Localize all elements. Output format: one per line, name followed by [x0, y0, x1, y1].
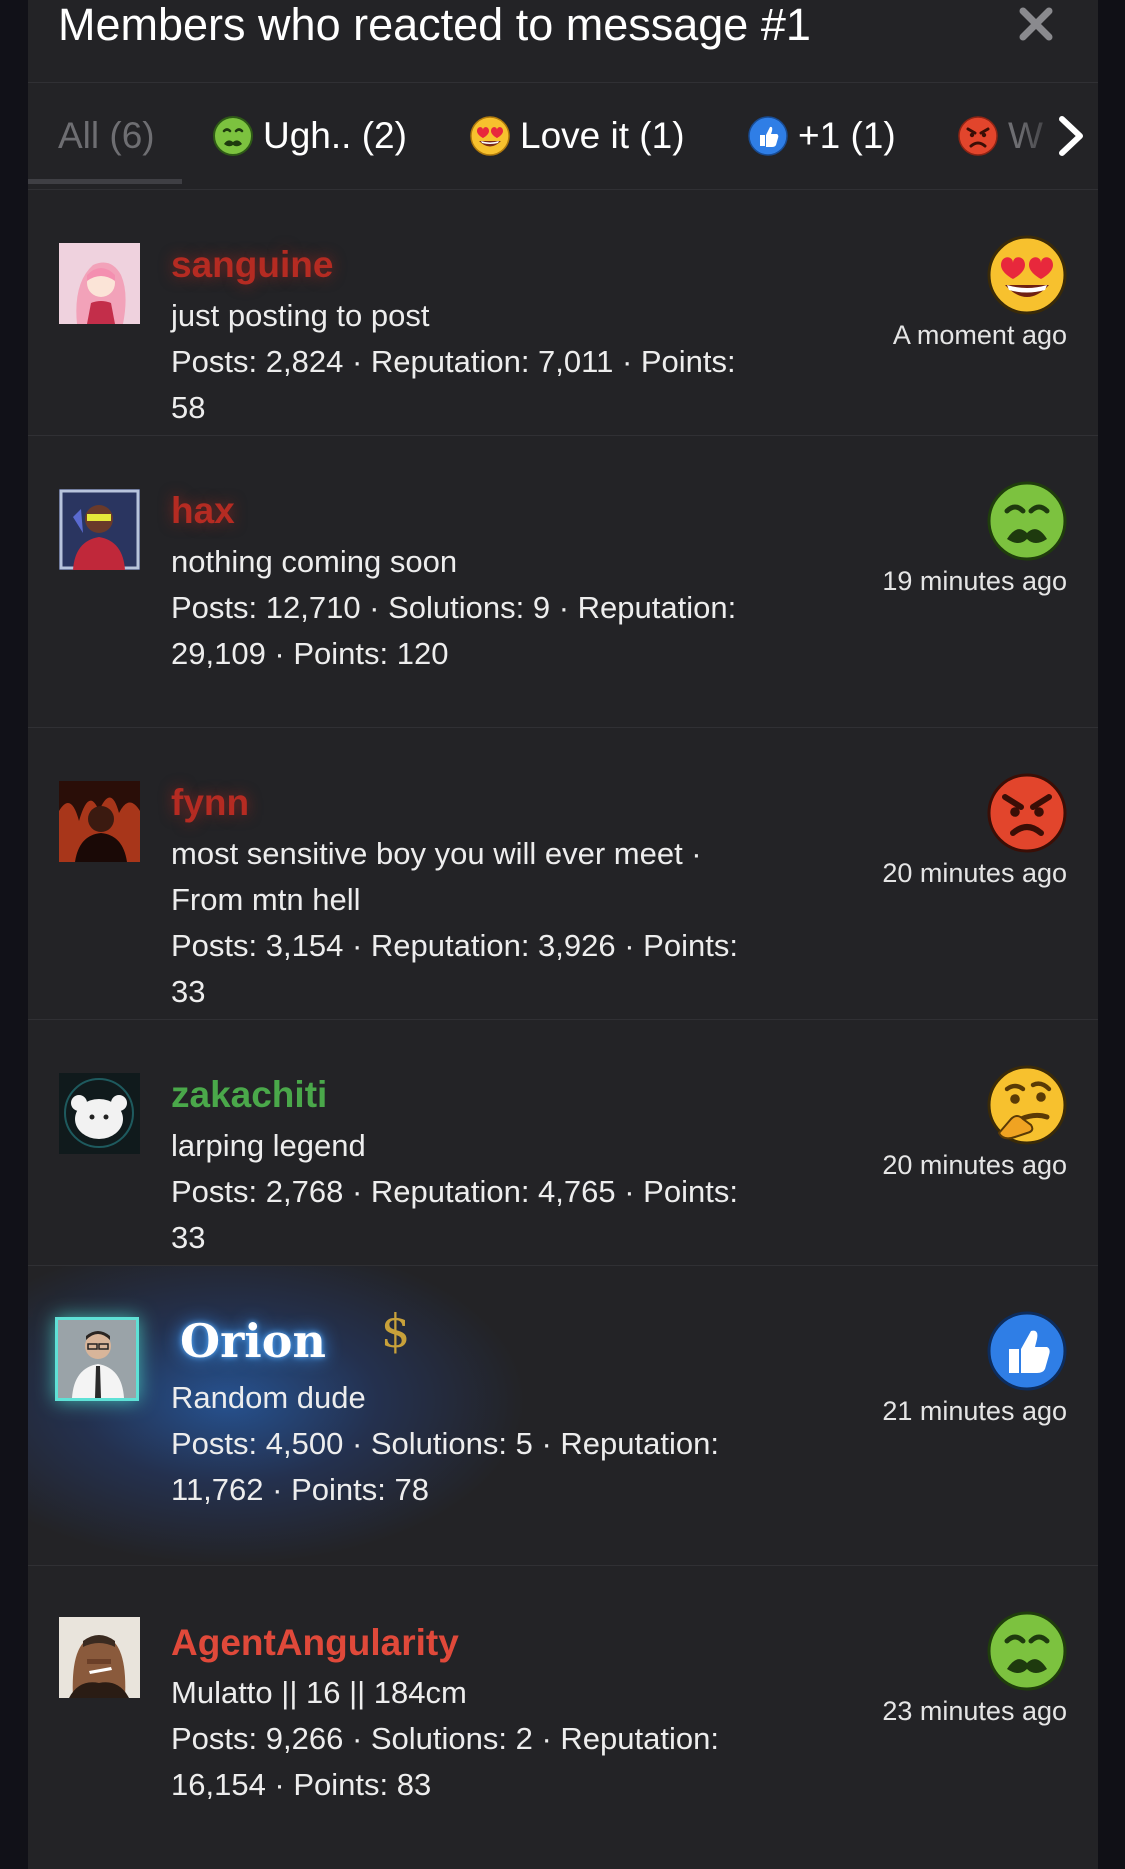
close-icon[interactable]: [1014, 2, 1058, 46]
reaction-time: 23 minutes ago: [882, 1696, 1067, 1726]
modal-header: Members who reacted to message #1: [28, 0, 1098, 83]
tab-all[interactable]: All (6): [58, 83, 155, 189]
heart-eyes-icon: [470, 116, 510, 156]
reactions-modal: Members who reacted to message #1 All (6…: [28, 0, 1098, 1869]
list-item: sanguine just posting to post Posts: 2,8…: [28, 190, 1098, 436]
thumbs-up-icon: [748, 116, 788, 156]
sick-face-icon: [213, 116, 253, 156]
tab-love-it[interactable]: Love it (1): [470, 83, 685, 189]
reaction-time: 21 minutes ago: [882, 1396, 1067, 1426]
thinking-face-icon: [987, 1065, 1067, 1145]
list-item: fynn most sensitive boy you will ever me…: [28, 728, 1098, 1020]
reaction-time: 20 minutes ago: [882, 858, 1067, 888]
page-backdrop: [0, 0, 28, 1869]
list-item: Orion $ Random dude Posts: 4,500 · Solut…: [28, 1266, 1098, 1566]
list-item: AgentAngularity Mulatto || 16 || 184cm P…: [28, 1566, 1098, 1869]
username[interactable]: hax: [171, 490, 235, 532]
username[interactable]: Orion: [180, 1314, 326, 1368]
reaction-tabs: All (6) Ugh.. (2) Love it (1) +1 (1): [28, 83, 1098, 190]
user-title: Random dude: [171, 1380, 366, 1415]
list-item: hax nothing coming soon Posts: 12,710 · …: [28, 436, 1098, 728]
sick-face-icon: [987, 1611, 1067, 1691]
user-title: Mulatto || 16 || 184cm: [171, 1675, 467, 1710]
username[interactable]: fynn: [171, 782, 249, 824]
avatar-image: [58, 1320, 136, 1398]
user-stats: Posts: 12,710 · Solutions: 9 · Reputatio…: [171, 590, 737, 671]
heart-eyes-icon: [987, 235, 1067, 315]
avatar-image: [59, 243, 140, 324]
user-stats: Posts: 3,154 · Reputation: 3,926 · Point…: [171, 928, 738, 1009]
user-stats: Posts: 2,768 · Reputation: 4,765 · Point…: [171, 1174, 738, 1255]
avatar-image: [59, 781, 140, 862]
avatar-image: [59, 1073, 140, 1154]
avatar[interactable]: [59, 781, 140, 862]
reaction-time: A moment ago: [892, 320, 1067, 350]
avatar[interactable]: [59, 1617, 140, 1698]
angry-face-icon: [958, 116, 998, 156]
dollar-badge-icon: $: [381, 1304, 411, 1358]
sick-face-icon: [987, 481, 1067, 561]
avatar-image: [59, 489, 140, 570]
user-title: most sensitive boy you will ever meet · …: [171, 836, 702, 917]
reaction-time: 19 minutes ago: [882, 566, 1067, 596]
username[interactable]: zakachiti: [171, 1074, 327, 1116]
user-title: larping legend: [171, 1128, 366, 1163]
active-tab-indicator: [28, 179, 182, 184]
user-title: nothing coming soon: [171, 544, 458, 579]
username[interactable]: AgentAngularity: [171, 1622, 459, 1664]
angry-face-icon: [987, 773, 1067, 853]
avatar[interactable]: [55, 1317, 139, 1401]
tab-ugh[interactable]: Ugh.. (2): [213, 83, 407, 189]
list-item: zakachiti larping legend Posts: 2,768 · …: [28, 1020, 1098, 1266]
user-stats: Posts: 9,266 · Solutions: 2 · Reputation…: [171, 1721, 719, 1802]
user-stats: Posts: 2,824 · Reputation: 7,011 · Point…: [171, 344, 736, 425]
username[interactable]: sanguine: [171, 244, 333, 286]
avatar[interactable]: [59, 1073, 140, 1154]
thumbs-up-icon: [987, 1311, 1067, 1391]
tab-label: Love it (1): [520, 115, 685, 156]
tab-label: Ugh.. (2): [263, 115, 407, 156]
user-stats: Posts: 4,500 · Solutions: 5 · Reputation…: [171, 1426, 719, 1507]
avatar[interactable]: [59, 489, 140, 570]
reaction-time: 20 minutes ago: [882, 1150, 1067, 1180]
avatar-image: [59, 1617, 140, 1698]
tab-plus-one[interactable]: +1 (1): [748, 83, 896, 189]
chevron-right-icon[interactable]: [1050, 115, 1090, 157]
avatar[interactable]: [59, 243, 140, 324]
tab-label: +1 (1): [798, 115, 896, 156]
modal-title: Members who reacted to message #1: [58, 0, 811, 50]
page-backdrop-right: [1098, 0, 1125, 1869]
tab-label: All (6): [58, 115, 155, 156]
user-title: just posting to post: [171, 298, 430, 333]
